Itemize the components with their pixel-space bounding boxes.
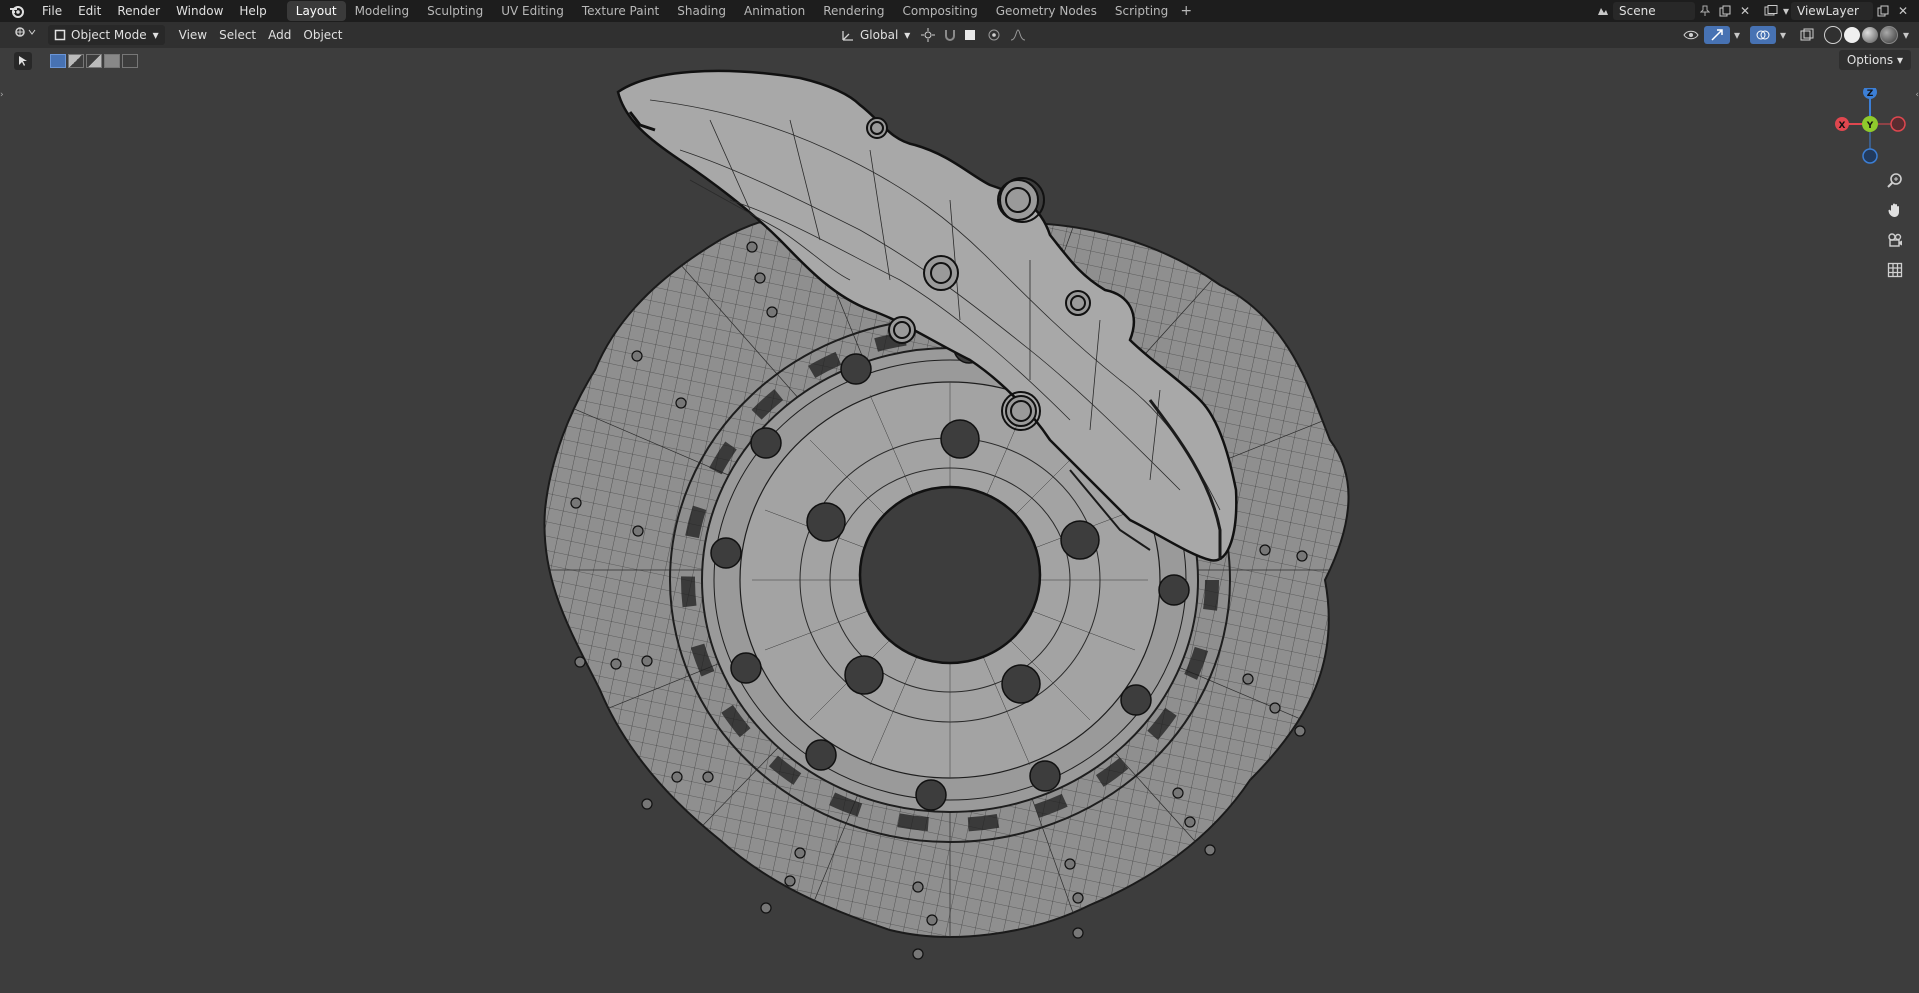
- xray-icon[interactable]: [1796, 26, 1818, 44]
- snap-icon[interactable]: [942, 26, 958, 44]
- viewport-display-tools: ▾ ▾ ▾: [1678, 25, 1913, 45]
- object-menu[interactable]: Object: [297, 25, 348, 45]
- view-layer-name-field[interactable]: ViewLayer: [1791, 2, 1873, 20]
- menu-edit[interactable]: Edit: [70, 0, 109, 22]
- orientation-icon: [842, 31, 853, 41]
- editor-type-icon[interactable]: [8, 25, 42, 45]
- tab-compositing[interactable]: Compositing: [893, 1, 986, 21]
- gizmo-toggle-icon[interactable]: [1704, 26, 1730, 44]
- tab-animation[interactable]: Animation: [735, 1, 814, 21]
- chevron-down-icon[interactable]: ▾: [1730, 26, 1744, 44]
- viewport-nav-tools: [1883, 168, 1907, 288]
- mode-label: Object Mode: [71, 28, 147, 42]
- tab-scripting[interactable]: Scripting: [1106, 1, 1177, 21]
- viewport-3d-object[interactable]: [530, 60, 1490, 993]
- falloff-icon[interactable]: [1006, 26, 1030, 44]
- gizmo-x-label: X: [1839, 121, 1846, 131]
- object-mode-icon: [54, 29, 66, 41]
- select-difference-icon[interactable]: [104, 54, 120, 68]
- pivot-point-icon[interactable]: [916, 26, 942, 44]
- mode-selector[interactable]: Object Mode ▾: [48, 25, 165, 45]
- scene-icon: [1593, 2, 1613, 20]
- render-layer-icon: [1761, 2, 1781, 20]
- add-menu[interactable]: Add: [262, 25, 297, 45]
- view-layer-selector[interactable]: ▾ ViewLayer ✕: [1761, 2, 1913, 20]
- chevron-down-icon: ▾: [904, 28, 911, 42]
- sidebar-expand-icon[interactable]: ‹: [1915, 90, 1919, 100]
- visibility-icon[interactable]: [1678, 26, 1704, 44]
- tool-options: [14, 52, 140, 70]
- options-button[interactable]: Options ▾: [1838, 50, 1911, 70]
- chevron-down-icon: ▾: [1782, 4, 1790, 18]
- tab-layout[interactable]: Layout: [286, 1, 346, 21]
- overlays-icon[interactable]: [1750, 26, 1776, 44]
- new-scene-icon[interactable]: [1715, 2, 1735, 20]
- select-intersect-icon[interactable]: [122, 54, 138, 68]
- pin-icon[interactable]: [1695, 2, 1715, 20]
- hand-pan-icon[interactable]: [1883, 198, 1907, 222]
- scene-controls: Scene ✕ ▾ ViewLayer ✕: [1593, 0, 1919, 22]
- gizmo-y-label: Y: [1866, 121, 1874, 131]
- select-tool-icon[interactable]: [14, 52, 32, 70]
- scene-selector[interactable]: Scene ✕: [1593, 2, 1755, 20]
- menu-help[interactable]: Help: [231, 0, 274, 22]
- options-label: Options: [1846, 53, 1894, 67]
- close-icon[interactable]: ✕: [1893, 2, 1913, 20]
- tab-rendering[interactable]: Rendering: [814, 1, 893, 21]
- rendered-shading-icon[interactable]: [1880, 26, 1898, 44]
- tab-modeling[interactable]: Modeling: [346, 1, 419, 21]
- workspace-tabs: Layout Modeling Sculpting UV Editing Tex…: [286, 0, 1196, 22]
- blender-logo-icon[interactable]: [0, 0, 34, 22]
- chevron-down-icon[interactable]: ▾: [1899, 26, 1913, 44]
- select-new-icon[interactable]: [50, 54, 66, 68]
- camera-icon[interactable]: [1883, 228, 1907, 252]
- tab-sculpting[interactable]: Sculpting: [418, 1, 492, 21]
- add-workspace-button[interactable]: +: [1177, 3, 1195, 19]
- chevron-down-icon: ▾: [152, 28, 159, 42]
- menu-file[interactable]: File: [34, 0, 70, 22]
- menu-window[interactable]: Window: [168, 0, 231, 22]
- snap-target-icon[interactable]: [958, 26, 982, 44]
- main-menu: File Edit Render Window Help: [34, 0, 275, 22]
- navigation-gizmo[interactable]: Z X Y: [1830, 85, 1910, 168]
- proportional-edit-icon[interactable]: [982, 26, 1006, 44]
- orientation-label: Global: [860, 28, 899, 42]
- select-menu[interactable]: Select: [213, 25, 262, 45]
- scene-name-field[interactable]: Scene: [1613, 2, 1695, 20]
- new-view-layer-icon[interactable]: [1873, 2, 1893, 20]
- select-extend-icon[interactable]: [68, 54, 84, 68]
- tab-uv-editing[interactable]: UV Editing: [492, 1, 573, 21]
- solid-shading-icon[interactable]: [1844, 27, 1860, 43]
- tab-geometry-nodes[interactable]: Geometry Nodes: [987, 1, 1106, 21]
- tab-texture-paint[interactable]: Texture Paint: [573, 1, 668, 21]
- menu-render[interactable]: Render: [109, 0, 168, 22]
- tab-shading[interactable]: Shading: [668, 1, 735, 21]
- close-icon[interactable]: ✕: [1735, 2, 1755, 20]
- material-shading-icon[interactable]: [1862, 27, 1878, 43]
- top-bar: File Edit Render Window Help Layout Mode…: [0, 0, 1919, 22]
- wireframe-shading-icon[interactable]: [1824, 26, 1842, 44]
- chevron-down-icon[interactable]: ▾: [1776, 26, 1790, 44]
- zoom-icon[interactable]: [1883, 168, 1907, 192]
- toolbar-expand-icon[interactable]: ›: [0, 90, 4, 100]
- transform-orientation-selector[interactable]: Global ▾: [835, 25, 916, 45]
- view-menu[interactable]: View: [173, 25, 213, 45]
- transform-tools: Global ▾: [835, 25, 1030, 45]
- select-subtract-icon[interactable]: [86, 54, 102, 68]
- grid-icon[interactable]: [1883, 258, 1907, 282]
- gizmo-z-label: Z: [1867, 89, 1874, 99]
